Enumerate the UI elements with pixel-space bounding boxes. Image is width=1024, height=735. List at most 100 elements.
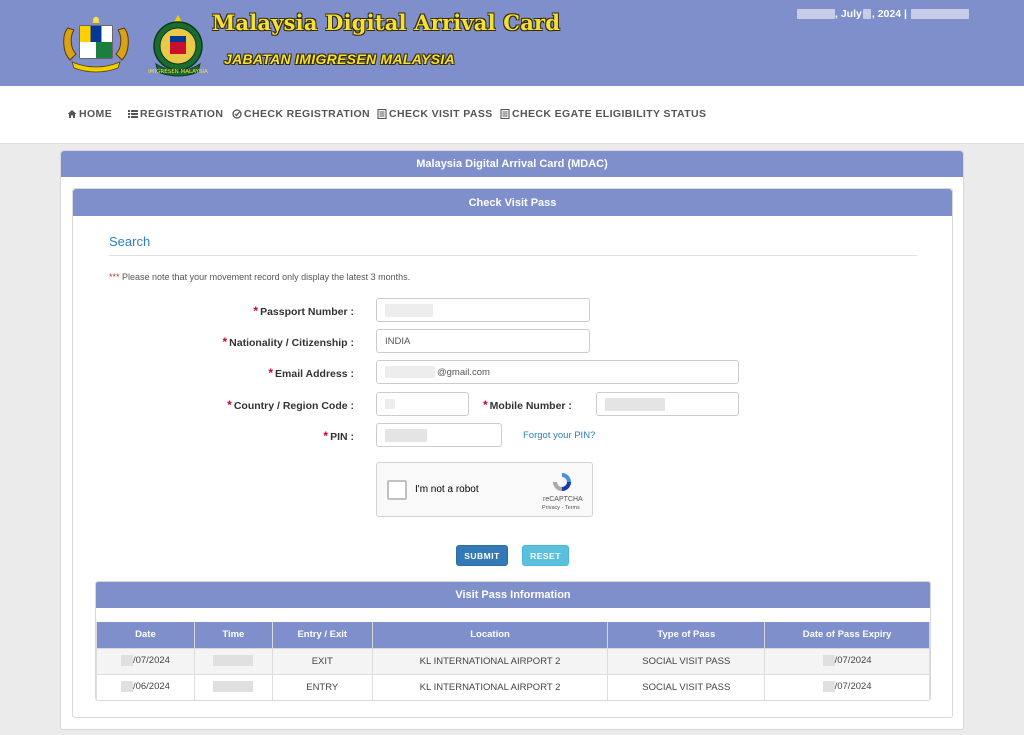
nav-check-registration[interactable]: CHECK REGISTRATION	[232, 108, 370, 120]
pin-label: * PIN :	[323, 429, 354, 443]
malaysia-coat-of-arms-logo	[63, 16, 129, 73]
redacted-time	[910, 9, 969, 19]
required-mark: *	[253, 304, 259, 318]
cell-date: /07/2024	[96, 647, 195, 675]
redacted-day	[822, 655, 835, 667]
nav-check-visit-pass[interactable]: CHECK VISIT PASS	[377, 108, 493, 120]
mobile-number-input[interactable]	[596, 392, 739, 416]
document-icon	[500, 109, 510, 119]
required-mark: *	[483, 398, 488, 412]
reset-button[interactable]: RESET	[522, 545, 569, 566]
home-icon	[67, 110, 77, 118]
recaptcha-terms[interactable]: Privacy - Terms	[542, 505, 580, 511]
col-time: Time	[193, 622, 273, 649]
immigration-badge-logo: IMIGRESEN MALAYSIA	[148, 15, 208, 77]
mobile-number-label: * Mobile Number :	[483, 398, 572, 412]
movement-note: *** Please note that your movement recor…	[109, 272, 410, 282]
redacted-day	[797, 9, 835, 19]
main-nav: HOME REGISTRATION CHECK REGISTRATION CHE…	[0, 86, 1024, 144]
table-row: /06/2024 ENTRY KL INTERNATIONAL AIRPORT …	[96, 673, 930, 700]
required-mark: *	[227, 398, 232, 412]
redacted-email	[385, 366, 435, 378]
nationality-label-text: Nationality / Citizenship :	[229, 337, 354, 349]
check-visit-pass-panel: Check Visit Pass Search *** Please note …	[72, 188, 953, 718]
note-stars: ***	[109, 272, 120, 282]
date-month: , July	[835, 8, 862, 20]
passport-label-text: Passport Number :	[260, 306, 354, 318]
redacted-day	[120, 681, 133, 693]
mobile-number-label-text: Mobile Number :	[489, 400, 572, 412]
redacted-country-code	[385, 399, 395, 409]
redacted-passport	[385, 303, 433, 317]
required-mark: *	[222, 335, 228, 349]
recaptcha-checkbox[interactable]	[387, 480, 407, 500]
nationality-label: * Nationality / Citizenship :	[222, 335, 354, 349]
col-date: Date	[96, 622, 195, 649]
email-label: * Email Address :	[268, 366, 354, 380]
country-code-label-text: Country / Region Code :	[233, 400, 354, 412]
col-type-of-pass: Type of Pass	[607, 622, 766, 649]
visit-pass-info-panel: Visit Pass Information Date Time Entry /…	[95, 581, 931, 701]
submit-button[interactable]: SUBMIT	[456, 545, 508, 566]
required-mark: *	[268, 366, 274, 380]
check-visit-pass-title: Check Visit Pass	[73, 189, 952, 216]
country-code-label: * Country / Region Code :	[227, 398, 354, 412]
cell-entry-exit: ENTRY	[271, 673, 373, 700]
cell-time	[193, 673, 273, 700]
nav-home-label: HOME	[79, 108, 113, 120]
pin-input[interactable]	[376, 423, 502, 447]
mdac-panel: Malaysia Digital Arrival Card (MDAC) Che…	[60, 150, 964, 730]
cell-type: SOCIAL VISIT PASS	[607, 673, 766, 700]
expiry-value: /07/2024	[834, 681, 872, 693]
nav-home[interactable]: HOME	[67, 108, 112, 120]
passport-label: * Passport Number :	[253, 304, 354, 318]
email-label-text: Email Address :	[275, 368, 354, 380]
recaptcha-logo-icon	[553, 473, 571, 491]
nav-registration[interactable]: REGISTRATION	[128, 108, 223, 120]
mdac-panel-title: Malaysia Digital Arrival Card (MDAC)	[61, 151, 963, 177]
pin-label-text: PIN :	[330, 431, 354, 443]
nav-check-egate[interactable]: CHECK EGATE ELIGIBILITY STATUS	[500, 108, 706, 120]
table-header-row: Date Time Entry / Exit Location Type of …	[96, 622, 930, 649]
search-heading: Search	[109, 234, 151, 249]
visit-pass-table: Date Time Entry / Exit Location Type of …	[96, 622, 930, 700]
col-entry-exit: Entry / Exit	[271, 622, 373, 649]
redacted-date	[862, 9, 871, 19]
list-icon	[128, 110, 138, 118]
col-location: Location	[371, 622, 609, 649]
site-header: IMIGRESEN MALAYSIA Malaysia Digital Arri…	[0, 0, 1024, 86]
recaptcha-label: I'm not a robot	[415, 484, 479, 495]
cell-entry-exit: EXIT	[271, 647, 373, 675]
col-pass-expiry: Date of Pass Expiry	[764, 622, 930, 649]
redacted-mobile	[605, 397, 665, 411]
forgot-pin-link[interactable]: Forgot your PIN?	[523, 430, 595, 441]
document-icon	[377, 109, 387, 119]
nationality-select[interactable]: INDIA	[376, 329, 590, 353]
email-input[interactable]: @gmail.com	[376, 360, 739, 384]
redacted-time	[213, 681, 254, 693]
nav-check-registration-label: CHECK REGISTRATION	[244, 108, 371, 120]
email-value: @gmail.com	[437, 366, 490, 378]
visit-pass-info-title: Visit Pass Information	[96, 582, 930, 608]
nav-check-egate-label: CHECK EGATE ELIGIBILITY STATUS	[512, 108, 707, 120]
passport-number-input[interactable]	[376, 298, 590, 322]
expiry-value: /07/2024	[834, 655, 872, 667]
badge-label: IMIGRESEN MALAYSIA	[148, 69, 208, 75]
redacted-day	[120, 655, 133, 667]
nav-check-visit-pass-label: CHECK VISIT PASS	[389, 108, 493, 120]
redacted-pin	[385, 428, 427, 442]
country-code-input[interactable]	[376, 392, 469, 416]
redacted-time	[213, 655, 254, 667]
date-year: , 2024 |	[871, 8, 907, 20]
redacted-day	[822, 681, 835, 693]
search-divider	[109, 255, 917, 256]
cell-location: KL INTERNATIONAL AIRPORT 2	[371, 673, 609, 700]
date-bar: , July , 2024 |	[797, 8, 969, 20]
nav-registration-label: REGISTRATION	[140, 108, 224, 120]
cell-expiry: /07/2024	[764, 673, 930, 700]
date-value: /07/2024	[132, 655, 170, 667]
recaptcha-widget: I'm not a robot reCAPTCHA Privacy - Term…	[376, 462, 593, 517]
table-row: /07/2024 EXIT KL INTERNATIONAL AIRPORT 2…	[96, 647, 930, 675]
cell-time	[193, 647, 273, 675]
site-title: Malaysia Digital Arrival Card	[212, 10, 561, 35]
